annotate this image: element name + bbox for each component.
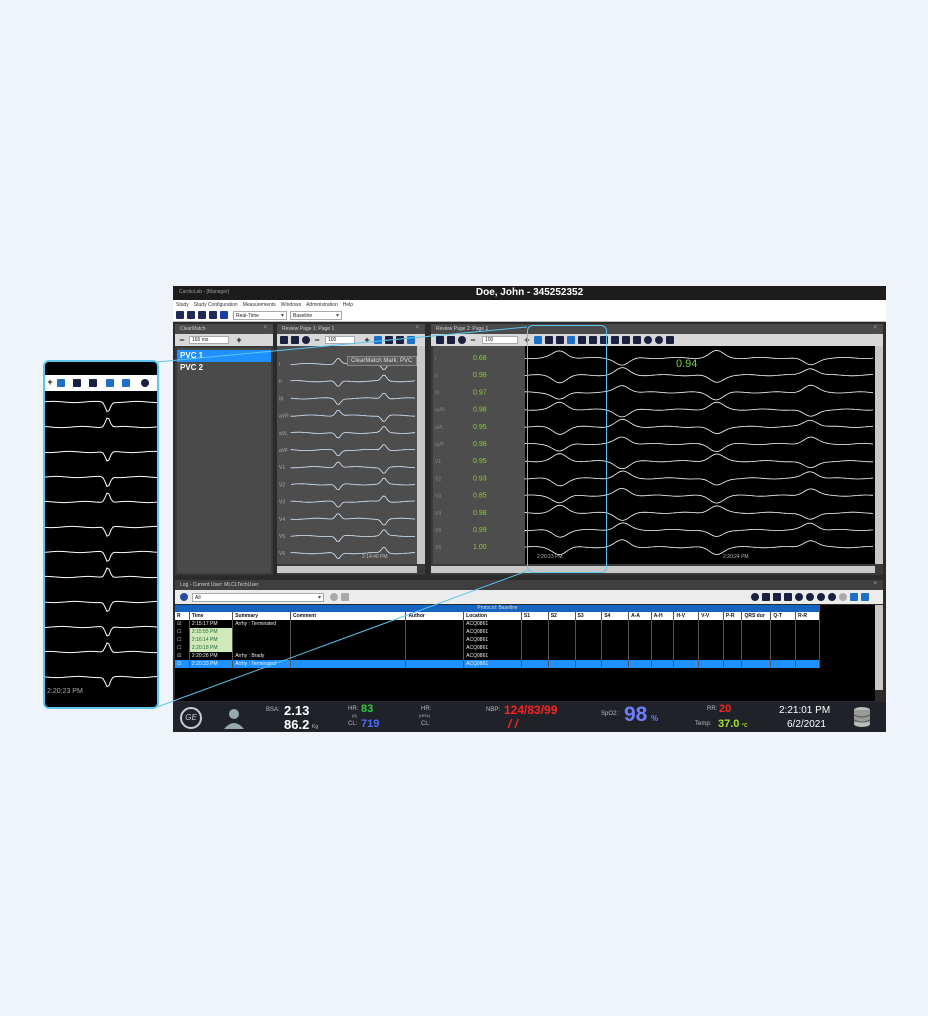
expand-width-icon[interactable] xyxy=(57,379,65,387)
zoom-trace xyxy=(45,417,157,429)
zoom-trace xyxy=(45,550,157,562)
zoom-trace xyxy=(45,625,157,637)
zoom-trace xyxy=(45,600,157,613)
scroll-icon[interactable] xyxy=(141,379,149,387)
zoom-trace xyxy=(45,567,157,579)
zoom-trace xyxy=(45,400,157,413)
columns-icon[interactable] xyxy=(122,379,130,387)
zoom-toolbar: + xyxy=(45,375,157,391)
fit-icon[interactable] xyxy=(89,379,97,387)
sweep-icon[interactable] xyxy=(106,379,114,387)
zoom-trace xyxy=(45,475,157,488)
plus-icon[interactable]: + xyxy=(46,378,54,387)
zoom-trace xyxy=(45,492,157,504)
zoom-trace xyxy=(45,525,157,537)
zoom-callout: + 2:20:23 PM xyxy=(43,360,159,709)
zoom-waveforms xyxy=(45,400,157,688)
expand-height-icon[interactable] xyxy=(73,379,81,387)
zoom-trace xyxy=(45,450,157,462)
zoom-trace xyxy=(45,675,157,688)
zoom-timestamp: 2:20:23 PM xyxy=(47,688,83,695)
zoom-trace xyxy=(45,642,157,654)
